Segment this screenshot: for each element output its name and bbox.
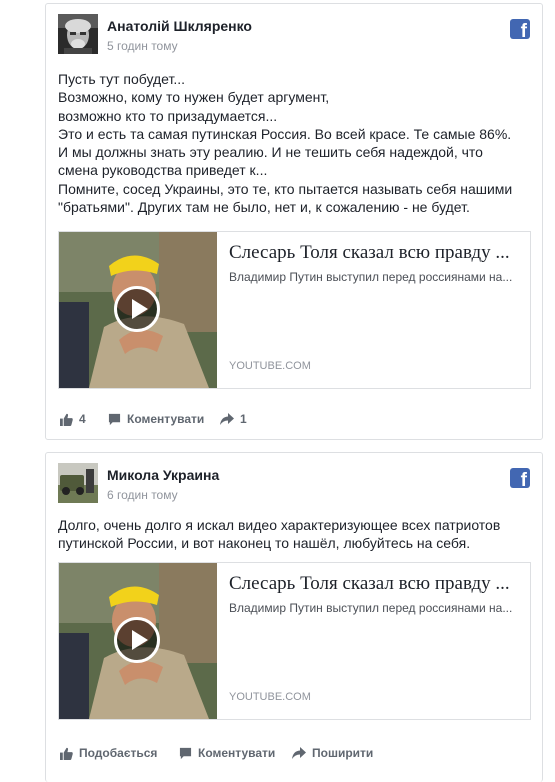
like-button[interactable]: 4	[60, 412, 86, 426]
post-actions: Подобається Коментувати Поширити	[60, 746, 528, 766]
comment-button[interactable]: Коментувати	[179, 746, 275, 760]
post-text-line: Это и есть та самая путинская Россия. Во…	[58, 125, 512, 142]
post-text-line: путинской России, и вот наконец то нашёл…	[58, 535, 471, 552]
play-icon[interactable]	[114, 617, 160, 663]
comment-icon	[179, 747, 192, 759]
author-name[interactable]: Анатолій Шкляренко	[107, 18, 252, 34]
post-text-line: Помните, сосед Украины, это те, кто пыта…	[58, 180, 513, 197]
like-count: 4	[79, 412, 86, 426]
like-button[interactable]: Подобається	[60, 746, 157, 760]
avatar-photo	[58, 14, 98, 54]
post-text-line: "братьями". Других там не было, нет и, к…	[58, 199, 470, 216]
post-card: Микола Украина 6 годин тому f Долго, оче…	[45, 452, 543, 782]
avatar[interactable]	[58, 14, 98, 54]
post-text: Пусть тут побудет... Возможно, кому то н…	[58, 70, 532, 216]
share-label: Поширити	[312, 746, 374, 760]
post-card: Анатолій Шкляренко 5 годин тому f Пусть …	[45, 3, 543, 440]
post-text-line: Возможно, кому то нужен будет аргумент,	[58, 89, 330, 106]
post-text-line: Пусть тут побудет...	[58, 71, 186, 87]
post-text-line: Долго, очень долго я искал видео характе…	[58, 517, 501, 533]
thumbs-up-icon	[60, 413, 73, 426]
post-text: Долго, очень долго я искал видео характе…	[58, 516, 532, 553]
avatar-photo	[58, 463, 98, 503]
comment-icon	[108, 413, 121, 425]
preview-title[interactable]: Слесарь Толя сказал всю правду ...	[229, 242, 522, 264]
post-actions: 4 Коментувати 1	[60, 412, 528, 432]
preview-title[interactable]: Слесарь Толя сказал всю правду ...	[229, 573, 522, 595]
post-text-line: смена руководства приведет к...	[58, 162, 268, 179]
comment-button[interactable]: Коментувати	[108, 412, 204, 426]
thumbs-up-icon	[60, 747, 73, 760]
post-header: Микола Украина 6 годин тому f	[58, 463, 530, 505]
facebook-icon[interactable]: f	[510, 19, 530, 42]
video-thumbnail[interactable]	[59, 232, 217, 388]
preview-source: YOUTUBE.COM	[229, 360, 311, 372]
preview-description: Владимир Путин выступил перед россиянами…	[229, 601, 513, 615]
share-button[interactable]: 1	[220, 412, 247, 426]
share-icon	[220, 412, 234, 425]
play-icon[interactable]	[114, 286, 160, 332]
like-label: Подобається	[79, 746, 158, 760]
video-thumbnail[interactable]	[59, 563, 217, 719]
author-name[interactable]: Микола Украина	[107, 467, 219, 483]
comment-label: Коментувати	[198, 746, 276, 760]
video-link-preview[interactable]: Слесарь Толя сказал всю правду ... Влади…	[58, 231, 531, 389]
post-header: Анатолій Шкляренко 5 годин тому f	[58, 14, 530, 56]
share-count: 1	[240, 412, 247, 426]
preview-source: YOUTUBE.COM	[229, 691, 311, 703]
post-text-line: возможно кто то призадумается...	[58, 107, 278, 124]
share-button[interactable]: Поширити	[292, 746, 373, 760]
post-text-line: И мы должны знать эту реалию. И не тешит…	[58, 144, 483, 161]
facebook-icon[interactable]: f	[510, 468, 530, 491]
share-icon	[292, 746, 306, 759]
preview-description: Владимир Путин выступил перед россиянами…	[229, 270, 513, 284]
comment-label: Коментувати	[127, 412, 205, 426]
video-link-preview[interactable]: Слесарь Толя сказал всю правду ... Влади…	[58, 562, 531, 720]
post-timestamp[interactable]: 6 годин тому	[107, 488, 178, 502]
avatar[interactable]	[58, 463, 98, 503]
post-timestamp[interactable]: 5 годин тому	[107, 39, 178, 53]
